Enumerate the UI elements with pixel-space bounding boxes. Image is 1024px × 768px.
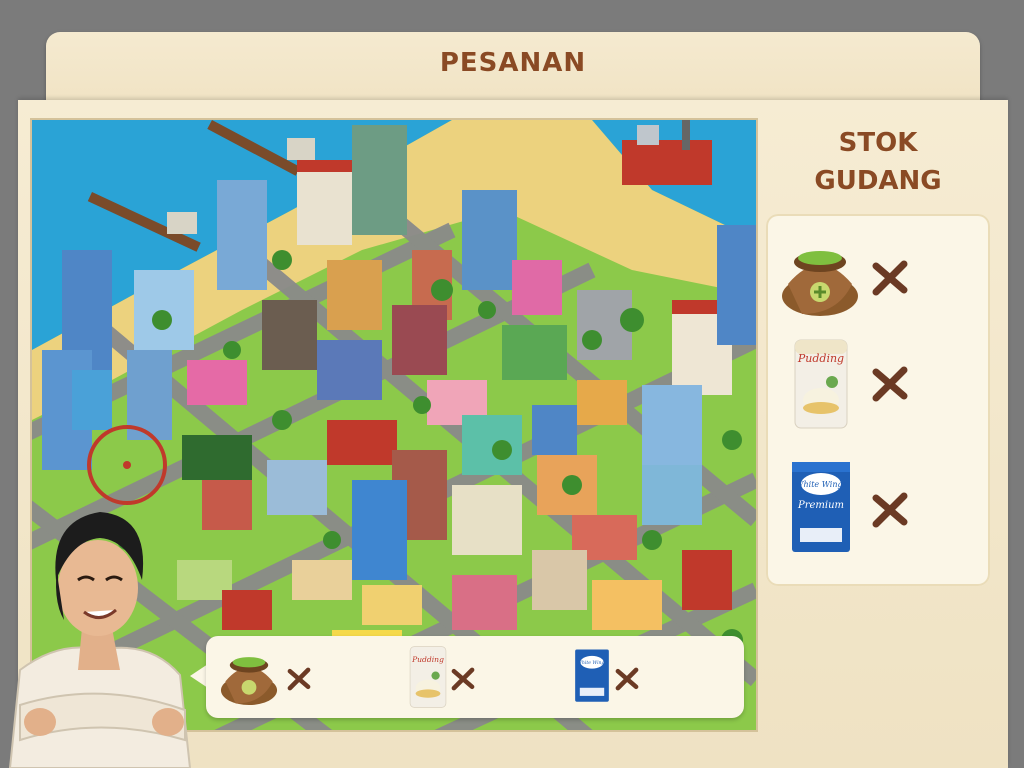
- missing-x-icon: [872, 492, 908, 528]
- stock-title-line1: STOK: [838, 128, 918, 158]
- character-avatar: [8, 512, 192, 768]
- missing-x-icon: [872, 260, 908, 296]
- game-screen: PESANAN STOK GUDANG Pudding White Wings …: [0, 0, 1024, 768]
- missing-x-icon: [287, 667, 311, 691]
- stock-title: STOK GUDANG: [778, 124, 978, 200]
- flour-box-icon: White Wings: [575, 649, 609, 702]
- pudding-brand-text: Pudding: [411, 655, 444, 664]
- stock-item-flour[interactable]: White Wings Premium: [766, 458, 990, 568]
- flour-sub-text: Premium: [797, 500, 844, 511]
- stock-item-pudding[interactable]: Pudding: [766, 338, 990, 448]
- pudding-pack-icon: Pudding: [794, 339, 848, 429]
- missing-x-icon: [615, 667, 639, 691]
- order-item-flour[interactable]: White Wings: [572, 644, 652, 710]
- stock-panel: Pudding White Wings Premium: [766, 214, 990, 586]
- stock-item-seaweed[interactable]: [766, 228, 990, 338]
- missing-x-icon: [872, 366, 908, 402]
- page-title: PESANAN: [439, 48, 587, 78]
- pudding-brand-text: Pudding: [797, 352, 844, 365]
- order-item-pudding[interactable]: Pudding: [406, 644, 486, 710]
- flour-box-icon: White Wings Premium: [792, 462, 850, 552]
- order-item-seaweed[interactable]: [216, 644, 316, 710]
- seaweed-sack-icon: [782, 251, 858, 316]
- order-bar: Pudding White Wings: [206, 636, 744, 718]
- flour-brand-text: White Wings: [795, 480, 846, 489]
- stock-title-line2: GUDANG: [814, 166, 942, 196]
- pudding-pack-icon: Pudding: [409, 646, 447, 708]
- flour-brand-text: White Wings: [577, 660, 607, 666]
- seaweed-sack-icon: [220, 657, 278, 706]
- missing-x-icon: [451, 667, 475, 691]
